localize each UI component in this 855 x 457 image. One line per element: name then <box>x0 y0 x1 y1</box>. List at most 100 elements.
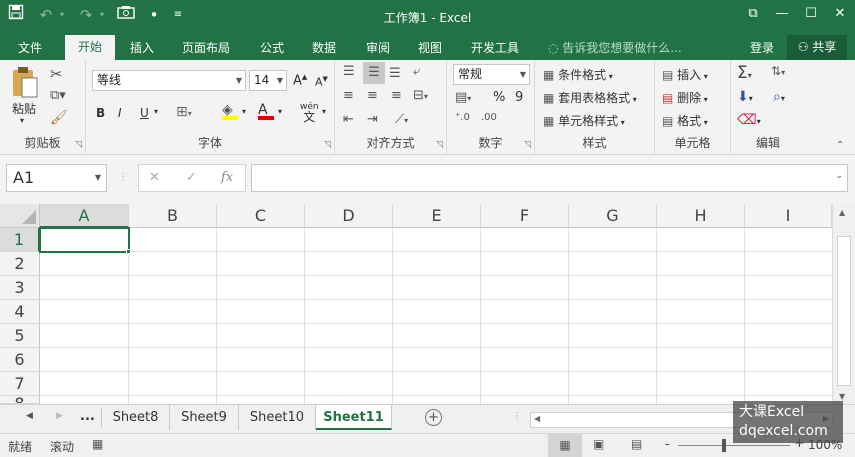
zoom-out-button[interactable]: - <box>665 437 670 452</box>
enter-icon[interactable]: ✓ <box>186 170 197 185</box>
fill-dropdown-icon[interactable]: ▾ <box>242 107 246 116</box>
tab-formulas[interactable]: 公式 <box>260 39 284 56</box>
fill-color-icon[interactable]: ◈ <box>222 102 238 120</box>
decrease-decimal-icon[interactable]: .00 <box>481 112 497 123</box>
select-all-button[interactable] <box>0 204 40 228</box>
cancel-icon[interactable]: ✕ <box>149 170 160 185</box>
scroll-down-icon[interactable]: ▼ <box>839 392 845 401</box>
font-color-icon[interactable]: A <box>258 102 274 120</box>
format-painter-icon[interactable]: 🖌︎ <box>50 110 68 126</box>
tab-page-layout[interactable]: 页面布局 <box>182 39 230 56</box>
find-select-icon[interactable]: ⌕▾ <box>773 89 785 105</box>
column-header-f[interactable]: F <box>481 204 569 228</box>
vertical-scroll-thumb[interactable] <box>837 236 851 386</box>
row-header-8[interactable]: 8 <box>0 396 40 404</box>
macro-record-icon[interactable]: ▦ <box>92 437 103 451</box>
format-cells-button[interactable]: ▤ 格式 ▾ <box>662 112 708 129</box>
prev-sheet-icon[interactable]: ◀ <box>26 411 33 421</box>
tab-view[interactable]: 视图 <box>418 39 442 56</box>
zoom-slider-thumb[interactable] <box>722 439 726 452</box>
insert-cells-button[interactable]: ▤ 插入 ▾ <box>662 66 708 83</box>
increase-font-icon[interactable]: A▲ <box>293 73 307 88</box>
normal-view-icon[interactable]: ▦ <box>548 434 582 457</box>
grip-icon[interactable]: ⋮ <box>118 172 128 183</box>
align-right-icon[interactable]: ≡ <box>391 88 402 103</box>
row-header-7[interactable]: 7 <box>0 372 40 396</box>
increase-indent-icon[interactable]: ⇥ <box>367 112 378 127</box>
column-header-a[interactable]: A <box>40 204 129 228</box>
phonetic-icon[interactable]: wén 文 <box>300 102 319 124</box>
page-layout-view-icon[interactable]: ▣ <box>593 437 604 451</box>
row-header-5[interactable]: 5 <box>0 324 40 348</box>
align-center-icon[interactable]: ≡ <box>367 88 378 103</box>
selected-cell-a1[interactable] <box>39 227 130 253</box>
page-break-view-icon[interactable]: ▤ <box>631 437 642 451</box>
increase-decimal-icon[interactable]: ⁺.0 <box>455 112 470 123</box>
align-middle-icon[interactable]: ☰ <box>363 62 385 84</box>
more-sheets-button[interactable]: ... <box>80 409 95 424</box>
tab-review[interactable]: 审阅 <box>366 39 390 56</box>
worksheet-grid[interactable]: A B C D E F G H I 1 2 3 4 5 6 7 8 ▲ <box>0 204 855 404</box>
column-header-b[interactable]: B <box>129 204 217 228</box>
fill-handle[interactable] <box>126 249 131 254</box>
collapse-ribbon-icon[interactable]: ⌃ <box>836 140 844 151</box>
percent-button[interactable]: % <box>493 90 505 105</box>
accounting-format-icon[interactable]: ▤▾ <box>455 90 471 105</box>
next-sheet-icon[interactable]: ▶ <box>56 411 63 421</box>
decrease-indent-icon[interactable]: ⇤ <box>343 112 354 127</box>
comma-button[interactable]: 9 <box>515 90 523 105</box>
tell-me-box[interactable]: ◌ 告诉我您想要做什么... <box>548 39 682 56</box>
zoom-slider-track[interactable] <box>678 445 790 446</box>
tab-insert[interactable]: 插入 <box>130 39 154 56</box>
column-header-g[interactable]: G <box>569 204 657 228</box>
tab-developer[interactable]: 开发工具 <box>471 39 519 56</box>
italic-button[interactable]: I <box>118 106 122 120</box>
row-header-3[interactable]: 3 <box>0 276 40 300</box>
column-header-d[interactable]: D <box>305 204 393 228</box>
cut-icon[interactable]: ✂ <box>50 65 63 83</box>
sheet-tab-sheet10[interactable]: Sheet10 <box>239 405 316 430</box>
sheet-tab-sheet9[interactable]: Sheet9 <box>170 405 239 430</box>
paste-button[interactable] <box>10 66 40 103</box>
orientation-icon[interactable]: ⟋▾ <box>395 112 408 127</box>
row-header-4[interactable]: 4 <box>0 300 40 324</box>
sort-filter-icon[interactable]: ⇅▾ <box>771 64 785 78</box>
ribbon-display-icon[interactable]: ⧉ <box>741 6 765 21</box>
column-header-h[interactable]: H <box>657 204 745 228</box>
column-header-e[interactable]: E <box>393 204 481 228</box>
maximize-button[interactable]: ☐ <box>799 6 823 21</box>
font-color-dropdown-icon[interactable]: ▾ <box>278 107 282 116</box>
conditional-format-button[interactable]: ▦ 条件格式 ▾ <box>543 66 613 83</box>
cell-styles-button[interactable]: ▦ 单元格样式 ▾ <box>543 112 625 129</box>
add-sheet-button[interactable]: + <box>425 409 442 426</box>
bold-button[interactable]: B <box>96 106 105 120</box>
clipboard-launcher-icon[interactable]: ◹ <box>75 140 82 150</box>
format-as-table-button[interactable]: ▦ 套用表格格式 ▾ <box>543 89 637 106</box>
close-button[interactable]: ✕ <box>828 6 852 21</box>
tab-file[interactable]: 文件 <box>18 39 42 56</box>
formula-input[interactable]: ⌄ <box>251 164 848 192</box>
align-left-icon[interactable]: ≡ <box>343 88 354 103</box>
scroll-left-icon[interactable]: ◀ <box>534 414 540 423</box>
font-launcher-icon[interactable]: ◹ <box>324 140 331 150</box>
expand-formula-icon[interactable]: ⌄ <box>835 171 843 181</box>
sheet-tab-sheet8[interactable]: Sheet8 <box>102 405 170 430</box>
tab-split-grip[interactable]: ⋮ <box>512 411 522 422</box>
number-format-select[interactable]: 常规 ▼ <box>453 64 530 85</box>
column-header-c[interactable]: C <box>217 204 305 228</box>
font-size-select[interactable]: 14 ▼ <box>249 70 287 91</box>
alignment-launcher-icon[interactable]: ◹ <box>436 140 443 150</box>
align-bottom-icon[interactable]: ☰ <box>389 66 401 81</box>
vertical-scrollbar[interactable]: ▲ ▼ <box>832 204 855 404</box>
wrap-text-icon[interactable]: ⤶ <box>413 64 420 79</box>
autosum-icon[interactable]: Σ▾ <box>737 63 752 83</box>
underline-button[interactable]: U <box>140 106 149 120</box>
align-top-icon[interactable]: ☰ <box>343 64 355 79</box>
column-header-i[interactable]: I <box>745 204 832 228</box>
share-button[interactable]: ⚇ 共享 <box>787 35 847 60</box>
underline-dropdown-icon[interactable]: ▾ <box>154 107 158 116</box>
borders-icon[interactable]: ⊞▾ <box>176 104 192 120</box>
paste-dropdown-icon[interactable]: ▾ <box>20 116 24 125</box>
clear-icon[interactable]: ⌫▾ <box>737 112 761 128</box>
tab-data[interactable]: 数据 <box>312 39 336 56</box>
